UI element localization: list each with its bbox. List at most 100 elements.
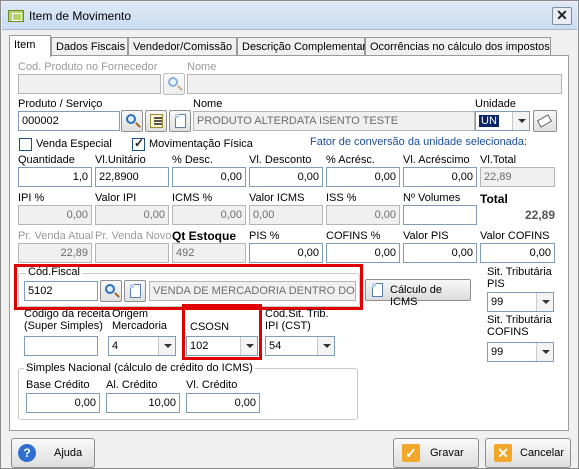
tab-descricao-complementar[interactable]: Descrição Complementar: [237, 37, 366, 56]
acresc-pct-input[interactable]: 0,00: [326, 167, 400, 187]
cod-sit-label-2: IPI (CST): [265, 320, 311, 332]
iss-pct-label: ISS %: [326, 192, 357, 204]
tab-bar: Item Dados Fiscais Vendedor/Comissão Des…: [9, 35, 569, 57]
chevron-down-icon: [536, 293, 553, 311]
valor-ipi-input[interactable]: 0,00: [95, 205, 169, 225]
eraser-icon: [536, 114, 553, 128]
tab-vendedor-comissao[interactable]: Vendedor/Comissão: [128, 37, 237, 56]
search-icon: [168, 77, 178, 87]
chevron-down-icon: [317, 337, 334, 355]
pr-venda-novo-label: Pr. Venda Novo: [95, 230, 172, 242]
cod-receita-label-1: Código da receita: [24, 308, 111, 320]
al-credito-label: Al. Crédito: [106, 379, 158, 391]
qt-estoque-input[interactable]: 492: [172, 243, 246, 263]
search-fornecedor-button[interactable]: [163, 73, 185, 95]
pr-venda-atual-label: Pr. Venda Atual: [18, 230, 94, 242]
origem-label-1: Origem: [112, 308, 149, 320]
chevron-down-icon: [158, 337, 175, 355]
unidade-label: Unidade: [475, 98, 516, 110]
cancel-icon: ✕: [494, 444, 512, 462]
chevron-down-icon: [536, 343, 553, 361]
pis-pct-input[interactable]: 0,00: [249, 243, 323, 263]
cod-fornecedor-input[interactable]: [18, 74, 161, 94]
tab-ocorrencias[interactable]: Ocorrências no cálculo dos impostos: [365, 37, 551, 56]
tab-dados-fiscais[interactable]: Dados Fiscais: [51, 37, 128, 56]
unidade-select[interactable]: UN: [475, 111, 530, 131]
edit-produto-button[interactable]: [145, 110, 167, 132]
base-credito-input[interactable]: 0,00: [26, 393, 100, 413]
edit-icon: [150, 114, 163, 128]
nome-input[interactable]: PRODUTO ALTERDATA ISENTO TESTE: [193, 111, 475, 131]
dialog-window: Item de Movimento ✕ Item Dados Fiscais V…: [0, 0, 579, 469]
valor-pis-input[interactable]: 0,00: [403, 243, 477, 263]
pr-venda-atual-input[interactable]: 22,89: [18, 243, 92, 263]
venda-especial-label: Venda Especial: [36, 138, 112, 150]
produto-input[interactable]: 000002: [18, 111, 120, 131]
venda-especial-checkbox[interactable]: [19, 138, 32, 151]
cofins-pct-label: COFINS %: [326, 230, 381, 242]
n-volumes-input[interactable]: [403, 205, 477, 225]
cod-receita-input[interactable]: [24, 336, 98, 356]
gravar-button[interactable]: ✓ Gravar: [393, 438, 479, 468]
origem-value: 4: [112, 340, 119, 352]
vl-unitario-label: Vl.Unitário: [95, 154, 146, 166]
sit-cofins-label-2: COFINS: [487, 326, 529, 338]
sit-pis-label-2: PIS: [487, 278, 505, 290]
calculo-icms-button[interactable]: Cálculo de ICMS: [365, 279, 471, 308]
quantidade-label: Quantidade: [18, 154, 75, 166]
valor-cofins-label: Valor COFINS: [480, 230, 550, 242]
al-credito-input[interactable]: 10,00: [106, 393, 180, 413]
new-produto-button[interactable]: [169, 110, 191, 132]
cofins-pct-input[interactable]: 0,00: [326, 243, 400, 263]
ipi-pct-input[interactable]: 0,00: [18, 205, 92, 225]
vl-total-label: Vl.Total: [480, 154, 517, 166]
search-icon: [126, 114, 136, 124]
vl-credito-input[interactable]: 0,00: [186, 393, 260, 413]
quantidade-input[interactable]: 1,0: [18, 167, 92, 187]
sit-pis-select[interactable]: 99: [487, 292, 554, 312]
origem-select[interactable]: 4: [108, 336, 176, 356]
tab-panel: Cod. Produto no Fornecedor Nome Produto …: [9, 55, 569, 431]
iss-pct-input[interactable]: 0,00: [326, 205, 400, 225]
cancelar-label: Cancelar: [520, 447, 565, 459]
close-button[interactable]: ✕: [552, 7, 572, 25]
sit-cofins-value: 99: [491, 346, 504, 358]
simples-nacional-label: Simples Nacional (cálculo de crédito do …: [24, 362, 255, 374]
pr-venda-novo-input[interactable]: [95, 243, 169, 263]
base-credito-label: Base Crédito: [26, 379, 90, 391]
vl-total-input[interactable]: 22,89: [480, 167, 555, 187]
document-icon: [372, 283, 383, 297]
unidade-value: UN: [479, 115, 499, 127]
clear-unidade-button[interactable]: [533, 110, 557, 132]
cod-sit-select[interactable]: 54: [265, 336, 335, 356]
sit-pis-value: 99: [491, 296, 504, 308]
search-produto-button[interactable]: [121, 110, 143, 132]
nome-top-input[interactable]: [187, 74, 562, 94]
gravar-label: Gravar: [430, 447, 464, 459]
vl-desconto-input[interactable]: 0,00: [249, 167, 323, 187]
title-bar: Item de Movimento ✕: [2, 2, 577, 30]
cancelar-button[interactable]: ✕ Cancelar: [485, 438, 571, 468]
icms-pct-label: ICMS %: [172, 192, 213, 204]
total-value: 22,89: [524, 208, 555, 222]
valor-cofins-input[interactable]: 0,00: [480, 243, 555, 263]
sit-cofins-select[interactable]: 99: [487, 342, 554, 362]
app-icon: [8, 10, 24, 22]
cod-sit-label-1: Cód.Sit. Trib.: [265, 308, 329, 320]
acresc-pct-label: % Acrésc.: [326, 154, 375, 166]
valor-ipi-label: Valor IPI: [95, 192, 137, 204]
mov-fisica-label: Movimentação Física: [149, 138, 253, 150]
tab-item[interactable]: Item: [9, 35, 51, 57]
valor-icms-input[interactable]: 0,00: [249, 205, 323, 225]
vl-acrescimo-input[interactable]: 0,00: [403, 167, 477, 187]
vl-acrescimo-label: Vl. Acréscimo: [403, 154, 470, 166]
icms-pct-input[interactable]: 0,00: [172, 205, 246, 225]
vl-unitario-input[interactable]: 22,8900: [95, 167, 169, 187]
desc-pct-input[interactable]: 0,00: [172, 167, 246, 187]
origem-label-2: Mercadoria: [112, 320, 168, 332]
window-title: Item de Movimento: [29, 9, 132, 23]
mov-fisica-checkbox[interactable]: [132, 136, 145, 151]
ajuda-button[interactable]: ? Ajuda: [11, 438, 95, 468]
valor-pis-label: Valor PIS: [403, 230, 449, 242]
chevron-down-icon: [512, 112, 529, 130]
